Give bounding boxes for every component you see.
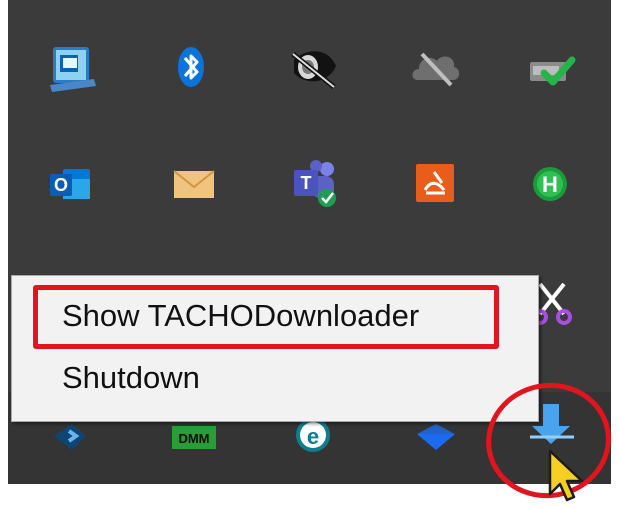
cloud-offline-icon[interactable] <box>406 38 466 98</box>
mail-envelope-icon[interactable] <box>164 154 224 214</box>
svg-text:O: O <box>54 175 68 195</box>
mouse-cursor-icon <box>548 449 584 502</box>
intel-graphics-icon[interactable] <box>42 38 102 98</box>
bluetooth-icon[interactable] <box>164 38 224 98</box>
shutdown-menu-item[interactable]: Shutdown <box>62 360 200 396</box>
tray-context-menu: Show TACHODownloader Shutdown <box>11 275 539 422</box>
green-h-icon[interactable]: H <box>522 154 582 214</box>
svg-text:H: H <box>542 172 558 197</box>
show-tachodownloader-menu-item[interactable]: Show TACHODownloader <box>62 298 419 334</box>
drive-check-icon[interactable] <box>522 38 582 98</box>
svg-text:e: e <box>307 424 319 449</box>
outlook-icon[interactable]: O <box>42 154 102 214</box>
svg-text:DMM: DMM <box>178 431 209 446</box>
speaker-muted-icon[interactable] <box>284 38 344 98</box>
presentation-app-icon[interactable] <box>406 154 466 214</box>
teams-icon[interactable]: T <box>284 154 344 214</box>
svg-text:T: T <box>301 173 312 193</box>
